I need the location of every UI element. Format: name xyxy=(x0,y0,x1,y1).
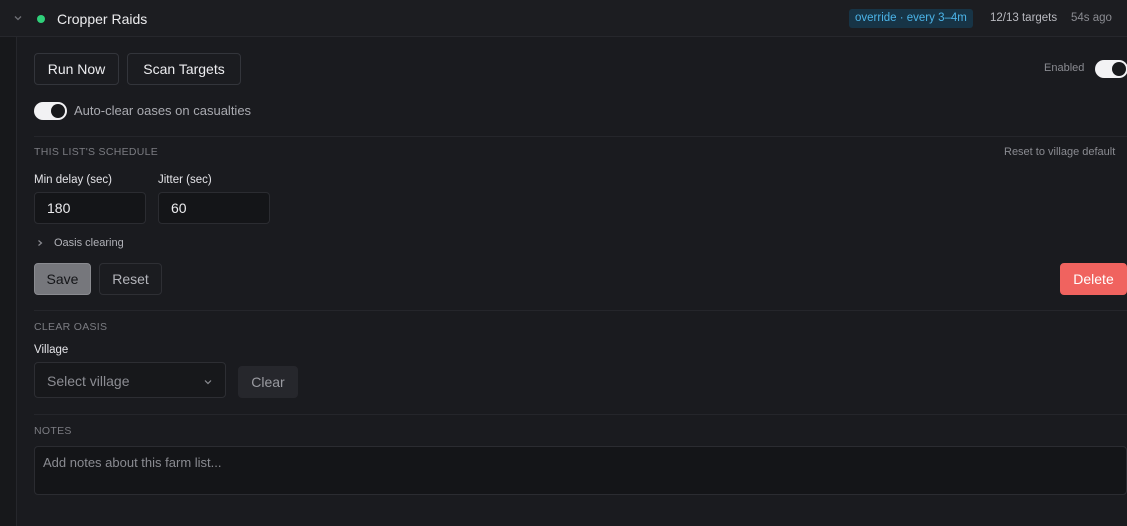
delete-button[interactable]: Delete xyxy=(1060,263,1127,295)
village-label: Village xyxy=(34,344,69,356)
reset-to-default-link[interactable]: Reset to village default xyxy=(1004,146,1115,158)
save-button[interactable]: Save xyxy=(34,263,91,295)
clear-button[interactable]: Clear xyxy=(238,366,298,398)
village-select[interactable]: Select village xyxy=(34,362,226,398)
notes-section-title: NOTES xyxy=(34,425,72,437)
chevron-down-icon xyxy=(204,380,212,385)
schedule-override-badge: override · every 3–4m xyxy=(849,9,973,28)
min-delay-label: Min delay (sec) xyxy=(34,174,112,186)
chevron-right-icon[interactable] xyxy=(36,239,44,247)
notes-textarea[interactable] xyxy=(34,446,1127,495)
scan-targets-button[interactable]: Scan Targets xyxy=(127,53,241,85)
reset-button[interactable]: Reset xyxy=(99,263,162,295)
oasis-clearing-toggle[interactable]: Oasis clearing xyxy=(54,237,124,249)
list-title: Cropper Raids xyxy=(57,11,148,27)
village-select-placeholder: Select village xyxy=(47,373,130,389)
targets-count: 12/13 targets xyxy=(990,12,1058,24)
jitter-label: Jitter (sec) xyxy=(158,174,212,186)
divider xyxy=(34,136,1127,137)
divider xyxy=(34,310,1127,311)
enabled-label: Enabled xyxy=(1044,62,1085,74)
auto-clear-label: Auto-clear oases on casualties xyxy=(74,103,252,118)
min-delay-input[interactable]: 180 xyxy=(34,192,146,224)
divider xyxy=(34,414,1127,415)
chevron-down-icon[interactable] xyxy=(12,12,24,24)
jitter-input[interactable]: 60 xyxy=(158,192,270,224)
last-updated: 54s ago xyxy=(1071,12,1112,24)
schedule-section-title: THIS LIST'S SCHEDULE xyxy=(34,146,159,158)
status-dot xyxy=(37,15,45,23)
farm-list-panel: Run Now Scan Targets Enabled Auto-clear … xyxy=(16,37,1127,526)
auto-clear-toggle[interactable] xyxy=(34,102,67,120)
farm-list-header[interactable]: Cropper Raids override · every 3–4m 12/1… xyxy=(0,0,1127,37)
enabled-toggle[interactable] xyxy=(1095,60,1127,78)
clear-oasis-section-title: CLEAR OASIS xyxy=(34,321,108,333)
run-now-button[interactable]: Run Now xyxy=(34,53,119,85)
